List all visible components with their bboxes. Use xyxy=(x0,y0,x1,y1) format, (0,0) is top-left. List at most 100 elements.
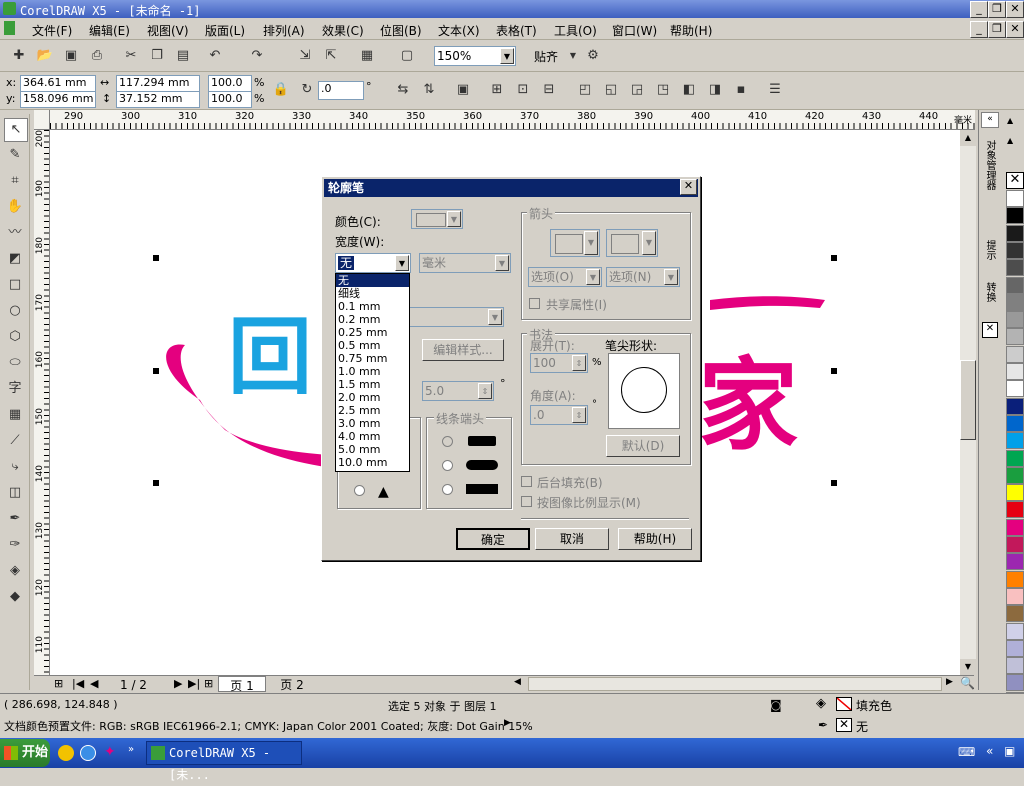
width-select[interactable]: 无 ▼ xyxy=(335,253,411,273)
width-option[interactable]: 2.0 mm xyxy=(336,391,409,404)
menu-effects[interactable]: 效果(C) xyxy=(322,22,364,39)
width-option[interactable]: 5.0 mm xyxy=(336,443,409,456)
behind-fill-checkbox[interactable] xyxy=(521,476,532,487)
docker-close-icon[interactable]: ✕ xyxy=(982,322,998,338)
first-page-icon[interactable]: |◀ xyxy=(72,677,84,690)
palette-scroll-up2-icon[interactable]: ▲ xyxy=(1007,136,1013,145)
selection-handle[interactable] xyxy=(153,368,159,374)
quicklaunch-tool-icon[interactable]: ✦ xyxy=(104,744,116,760)
horizontal-ruler[interactable]: 290 300 310 320 330 340 350 360 370 380 … xyxy=(50,110,975,130)
color-swatch[interactable] xyxy=(1006,657,1024,675)
mirror-h-icon[interactable]: ⇆ xyxy=(394,81,412,99)
width-option[interactable]: 无 xyxy=(336,274,409,287)
miter-limit-field[interactable]: 5.0 ⇕ xyxy=(422,381,494,401)
align-distribute-icon[interactable]: ☰ xyxy=(766,81,784,99)
stretch-field[interactable]: 100 ⇕ xyxy=(530,353,588,373)
combine-icon[interactable]: ⊟ xyxy=(540,81,558,99)
scale-with-image-checkbox[interactable] xyxy=(521,496,532,507)
ok-button[interactable]: 确定 xyxy=(456,528,530,550)
weld-icon[interactable]: ◰ xyxy=(576,81,594,99)
color-swatch[interactable] xyxy=(1006,380,1024,398)
dimension-tool-icon[interactable]: ⟋ xyxy=(4,430,26,452)
quicklaunch-ie-icon[interactable] xyxy=(80,745,96,761)
ellipse-tool-icon[interactable]: ○ xyxy=(4,300,26,322)
color-swatch[interactable] xyxy=(1006,224,1024,242)
palette-scroll-up-icon[interactable]: ▲ xyxy=(1007,116,1013,125)
color-swatch[interactable] xyxy=(1006,241,1024,259)
docker-collapse-icon[interactable]: « xyxy=(981,112,999,128)
new-icon[interactable]: ✚ xyxy=(10,47,28,65)
scroll-down-icon[interactable]: ▼ xyxy=(960,659,976,675)
front-minus-back-icon[interactable]: ◧ xyxy=(680,81,698,99)
x-position-field[interactable]: 364.61 mm xyxy=(20,75,96,92)
doc-restore-button[interactable]: ❐ xyxy=(988,21,1006,38)
help-button[interactable]: 帮助(H) xyxy=(618,528,692,550)
connector-tool-icon[interactable]: ⤷ xyxy=(4,456,26,478)
paste-icon[interactable]: ▤ xyxy=(174,47,192,65)
scroll-thumb[interactable] xyxy=(960,360,976,440)
color-swatch[interactable] xyxy=(1006,414,1024,432)
group-icon[interactable]: ▣ xyxy=(454,81,472,99)
color-swatch[interactable] xyxy=(1006,311,1024,329)
zoom-icon[interactable]: 🔍 xyxy=(960,676,975,690)
interactive-fill-tool-icon[interactable]: ◆ xyxy=(4,586,26,608)
ungroup-all-icon[interactable]: ⊡ xyxy=(514,81,532,99)
color-swatch[interactable] xyxy=(1006,363,1024,380)
cap-butt-radio[interactable] xyxy=(442,436,453,447)
insert-page-icon[interactable]: ⊞ xyxy=(54,677,63,690)
doc-close-button[interactable]: ✕ xyxy=(1006,21,1024,38)
edit-style-button[interactable]: 编辑样式... xyxy=(422,339,504,361)
last-page-icon[interactable]: ▶| xyxy=(188,677,200,690)
trim-icon[interactable]: ◱ xyxy=(602,81,620,99)
scale-y-field[interactable]: 100.0 xyxy=(208,91,252,108)
color-swatch[interactable] xyxy=(1006,639,1024,657)
mirror-v-icon[interactable]: ⇅ xyxy=(420,81,438,99)
start-arrow-select[interactable]: ▼ xyxy=(550,229,600,257)
selection-handle[interactable] xyxy=(831,255,837,261)
end-arrow-options[interactable]: 选项(N) ▼ xyxy=(606,267,680,287)
copy-icon[interactable]: ❐ xyxy=(148,47,166,65)
snap-dropdown-icon[interactable]: ▼ xyxy=(564,47,582,65)
ungroup-icon[interactable]: ⊞ xyxy=(488,81,506,99)
snapshot-icon[interactable]: ◙ xyxy=(770,698,782,712)
width-option[interactable]: 0.5 mm xyxy=(336,339,409,352)
keyboard-icon[interactable]: ⌨ xyxy=(958,745,975,759)
hscroll-left-icon[interactable]: ◀ xyxy=(514,677,521,687)
calligraphy-angle-field[interactable]: .0 ⇕ xyxy=(530,405,588,425)
export-icon[interactable]: ⇱ xyxy=(322,47,340,65)
outline-swatch-none[interactable]: ✕ xyxy=(836,718,852,732)
share-attributes-checkbox[interactable] xyxy=(529,298,540,309)
color-swatch[interactable] xyxy=(1006,207,1024,225)
fill-swatch-none[interactable] xyxy=(836,697,852,711)
selection-handle[interactable] xyxy=(153,255,159,261)
ruler-corner[interactable] xyxy=(34,110,50,130)
taskbar-item-coreldraw[interactable]: CorelDRAW X5 - [未... xyxy=(146,741,302,782)
pick-tool-icon[interactable]: ↖ xyxy=(4,118,28,142)
cap-round-radio[interactable] xyxy=(442,460,453,471)
options-icon[interactable]: ⚙ xyxy=(584,47,602,65)
quicklaunch-expand-icon[interactable]: » xyxy=(128,744,134,755)
canvas-char-hui[interactable]: 回 xyxy=(228,315,312,399)
width-option[interactable]: 3.0 mm xyxy=(336,417,409,430)
color-swatch[interactable] xyxy=(1006,293,1024,311)
width-option[interactable]: 10.0 mm xyxy=(336,456,409,469)
quicklaunch-browser-icon[interactable] xyxy=(58,745,74,761)
import-icon[interactable]: ⇲ xyxy=(296,47,314,65)
canvas-char-jia[interactable]: 家 xyxy=(698,355,798,455)
width-option[interactable]: 2.5 mm xyxy=(336,404,409,417)
docker-tab-hints[interactable]: 提示 xyxy=(982,240,997,260)
menu-file[interactable]: 文件(F) xyxy=(32,22,72,39)
color-swatch[interactable] xyxy=(1006,553,1024,571)
dialog-close-button[interactable]: ✕ xyxy=(680,179,697,195)
simplify-icon[interactable]: ◳ xyxy=(654,81,672,99)
page-tab-2[interactable]: 页 2 xyxy=(268,676,316,692)
docker-tab-transform[interactable]: 转换 xyxy=(982,282,997,302)
tray-expand-icon[interactable]: « xyxy=(986,744,993,758)
freehand-tool-icon[interactable]: 〰 xyxy=(4,222,26,244)
y-position-field[interactable]: 158.096 mm xyxy=(20,91,96,108)
nib-shape-preview[interactable] xyxy=(608,353,680,429)
rotation-angle-field[interactable]: .0 xyxy=(318,81,364,100)
page-tab-1[interactable]: 页 1 xyxy=(218,676,266,693)
shape-tool-icon[interactable]: ✎ xyxy=(4,144,26,166)
unit-select[interactable]: 毫米 ▼ xyxy=(419,253,511,273)
